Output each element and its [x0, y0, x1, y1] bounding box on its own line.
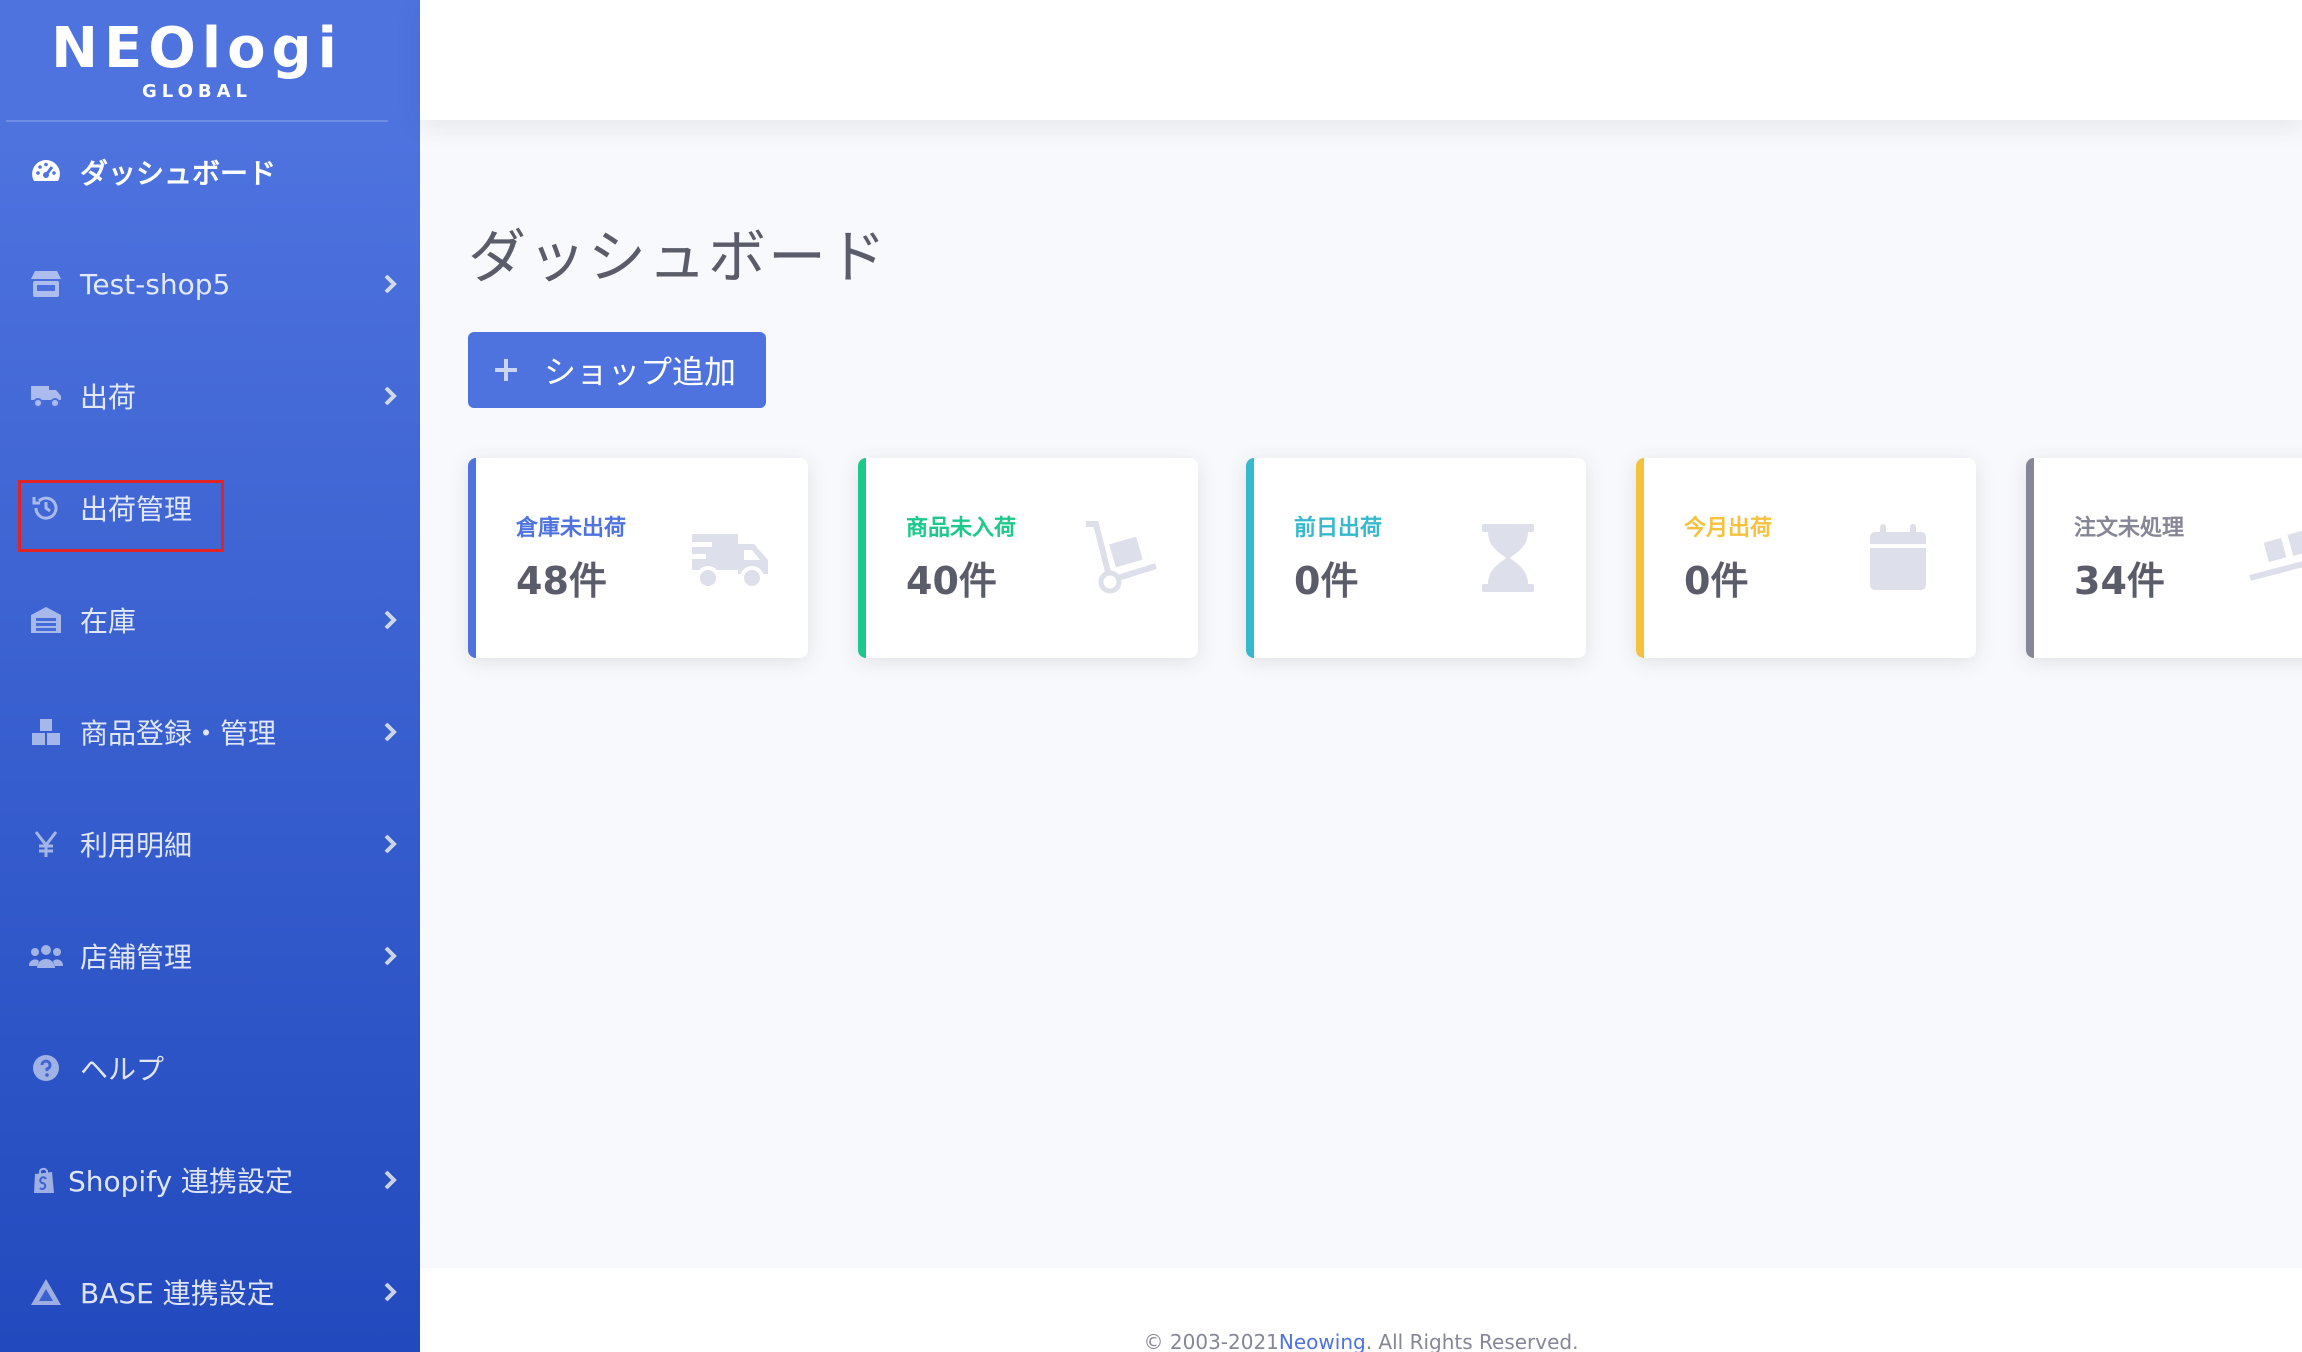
chevron-right-icon [372, 385, 408, 407]
card-label: 注文未処理 [2074, 516, 2185, 541]
stat-card-orders-unprocessed[interactable]: 注文未処理 34件 [2026, 458, 2302, 658]
card-value: 0件 [1294, 559, 1359, 603]
sidebar-item-base-settings[interactable]: BASE 連携設定 [0, 1242, 420, 1342]
card-label: 今月出荷 [1684, 516, 1773, 541]
boxes-icon [24, 710, 68, 754]
footer-prefix: © 2003-2021 [1143, 1330, 1279, 1352]
card-value: 34件 [2074, 559, 2165, 603]
stat-card-products-not-arrived[interactable]: 商品未入荷 40件 [858, 458, 1198, 658]
question-icon [24, 1046, 68, 1090]
warehouse-icon [24, 598, 68, 642]
card-label: 商品未入荷 [906, 516, 1017, 541]
chevron-right-icon [372, 721, 408, 743]
sidebar: NEOlogi GLOBAL ダッシュボード Test-shop5 出荷 出荷管… [0, 0, 420, 1352]
chevron-right-icon [372, 833, 408, 855]
shopify-icon [24, 1158, 64, 1202]
truck-icon [24, 374, 68, 418]
calendar-icon [1856, 520, 1940, 596]
footer: © 2003-2021Neowing. All Rights Reserved. [420, 1268, 2302, 1352]
sidebar-item-products[interactable]: 商品登録・管理 [0, 682, 420, 782]
sidebar-item-label: 商品登録・管理 [80, 717, 277, 750]
sidebar-item-label: BASE 連携設定 [80, 1277, 275, 1310]
base-icon [24, 1270, 68, 1314]
plus-icon [468, 356, 544, 384]
sidebar-item-test-shop5[interactable]: Test-shop5 [0, 234, 420, 334]
sidebar-item-store-management[interactable]: 店舗管理 [0, 906, 420, 1006]
sidebar-item-inventory[interactable]: 在庫 [0, 570, 420, 670]
sidebar-item-usage-details[interactable]: 利用明細 [0, 794, 420, 894]
footer-link-neowing[interactable]: Neowing [1279, 1330, 1366, 1352]
card-label: 倉庫未出荷 [516, 516, 627, 541]
yen-icon [24, 822, 68, 866]
sidebar-item-label: Shopify 連携設定 [68, 1165, 294, 1198]
sidebar-item-label: ヘルプ [80, 1053, 165, 1086]
topbar [420, 0, 2302, 120]
sidebar-item-label: 利用明細 [80, 829, 193, 862]
chevron-right-icon [372, 1169, 408, 1191]
stat-card-this-month-shipped[interactable]: 今月出荷 0件 [1636, 458, 1976, 658]
dashboard-icon [24, 150, 68, 194]
sidebar-item-label: Test-shop5 [80, 267, 231, 301]
sidebar-item-label: 出荷 [80, 381, 137, 414]
sidebar-item-shopify-settings[interactable]: Shopify 連携設定 [0, 1130, 420, 1230]
brand-logo[interactable]: NEOlogi GLOBAL [6, 0, 388, 122]
dolly-flatbed-icon [2246, 520, 2302, 596]
users-icon [24, 934, 68, 978]
truck-icon [688, 520, 772, 596]
footer-suffix: . All Rights Reserved. [1365, 1330, 1579, 1352]
card-label: 前日出荷 [1294, 516, 1383, 541]
sidebar-item-label: 店舗管理 [80, 941, 193, 974]
chevron-right-icon [372, 273, 408, 295]
page-title: ダッシュボード [468, 223, 889, 291]
hourglass-icon [1466, 520, 1550, 596]
add-shop-label: ショップ追加 [544, 353, 737, 391]
sidebar-item-dashboard[interactable]: ダッシュボード [0, 122, 420, 222]
add-shop-button[interactable]: ショップ追加 [468, 332, 766, 408]
card-value: 0件 [1684, 559, 1749, 603]
store-icon [24, 262, 68, 306]
chevron-right-icon [372, 609, 408, 631]
sidebar-item-label: 在庫 [80, 605, 137, 638]
sidebar-item-help[interactable]: ヘルプ [0, 1018, 420, 1118]
dolly-icon [1078, 520, 1162, 596]
sidebar-item-label: ダッシュボード [80, 157, 277, 190]
chevron-right-icon [372, 1281, 408, 1303]
footer-copyright: © 2003-2021Neowing. All Rights Reserved. [420, 1330, 2302, 1352]
brand-tagline: GLOBAL [141, 80, 253, 102]
stat-card-previous-day-shipped[interactable]: 前日出荷 0件 [1246, 458, 1586, 658]
brand-name: NEOlogi [51, 15, 343, 81]
card-value: 48件 [516, 559, 607, 603]
chevron-right-icon [372, 945, 408, 967]
sidebar-item-shipping[interactable]: 出荷 [0, 346, 420, 446]
card-value: 40件 [906, 559, 997, 603]
stat-card-warehouse-unshipped[interactable]: 倉庫未出荷 48件 [468, 458, 808, 658]
highlight-annotation [18, 480, 224, 552]
